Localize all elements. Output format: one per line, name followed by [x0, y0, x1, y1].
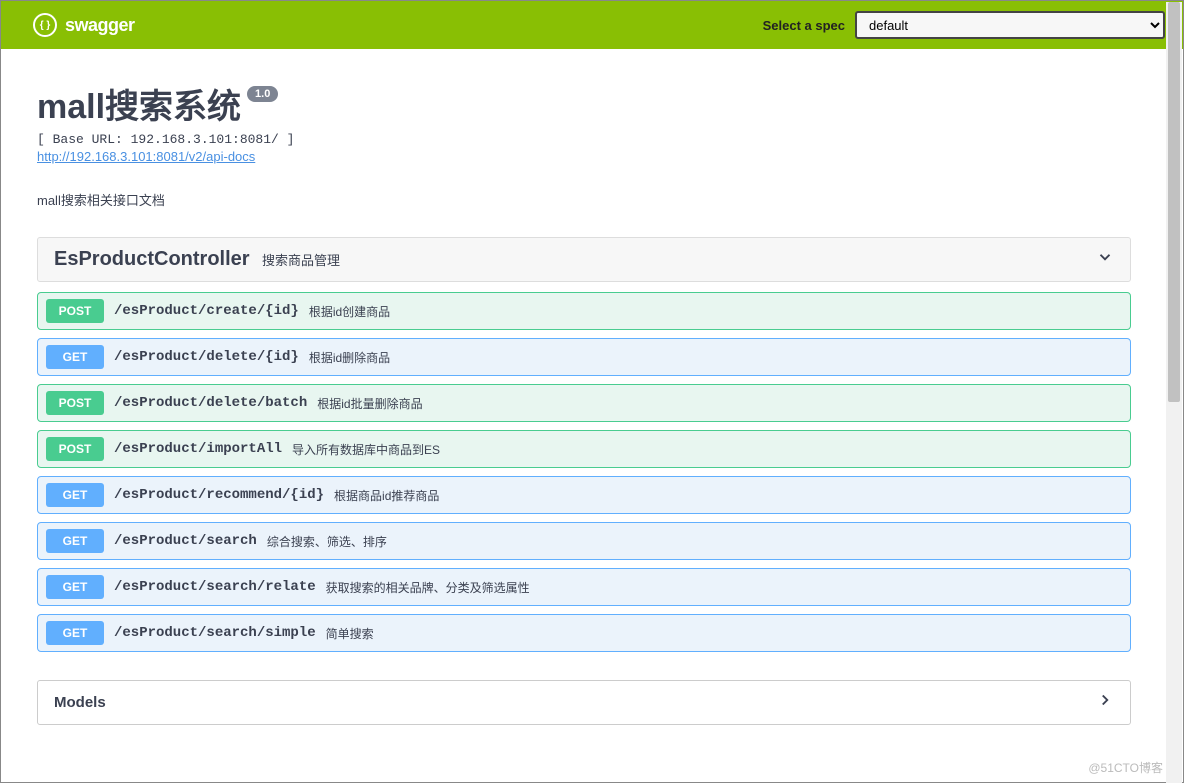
operation-summary: 综合搜索、筛选、排序 — [267, 533, 387, 550]
operation-path: /esProduct/delete/{id} — [114, 349, 299, 365]
operation-row[interactable]: GET/esProduct/search 综合搜索、筛选、排序 — [37, 522, 1131, 560]
operation-path: /esProduct/search/relate — [114, 579, 316, 595]
operations-list: POST/esProduct/create/{id} 根据id创建商品 GET/es… — [37, 292, 1131, 652]
method-badge: POST — [46, 437, 104, 461]
tag-title-group: EsProductController 搜索商品管理 — [54, 248, 340, 271]
operation-row[interactable]: POST/esProduct/delete/batch 根据id批量删除商品 — [37, 384, 1131, 422]
spec-selector: Select a spec default — [763, 11, 1165, 39]
page-title: mall搜索系统 — [37, 79, 241, 128]
scrollbar[interactable] — [1166, 2, 1182, 783]
spec-dropdown[interactable]: default — [855, 11, 1165, 39]
operation-path: /esProduct/importAll — [114, 441, 282, 457]
version-badge: 1.0 — [247, 86, 278, 102]
operation-path: /esProduct/search/simple — [114, 625, 316, 641]
method-badge: POST — [46, 299, 104, 323]
spec-label: Select a spec — [763, 18, 845, 33]
operation-summary: 根据商品id推荐商品 — [334, 487, 439, 504]
operation-summary: 根据id创建商品 — [309, 303, 390, 320]
operation-summary: 根据id批量删除商品 — [317, 395, 422, 412]
operation-row[interactable]: GET/esProduct/search/relate 获取搜索的相关品牌、分类及… — [37, 568, 1131, 606]
method-badge: GET — [46, 529, 104, 553]
brand-text: swagger — [65, 15, 135, 36]
operation-summary: 导入所有数据库中商品到ES — [292, 441, 440, 458]
method-badge: GET — [46, 621, 104, 645]
chevron-right-icon — [1096, 691, 1114, 714]
operation-path: /esProduct/create/{id} — [114, 303, 299, 319]
method-badge: GET — [46, 345, 104, 369]
content: mall搜索系统 1.0 [ Base URL: 192.168.3.101:8… — [1, 49, 1167, 725]
operation-path: /esProduct/recommend/{id} — [114, 487, 324, 503]
models-title: Models — [54, 694, 106, 711]
operation-row[interactable]: GET/esProduct/delete/{id} 根据id删除商品 — [37, 338, 1131, 376]
operation-path: /esProduct/search — [114, 533, 257, 549]
operation-summary: 简单搜索 — [326, 625, 374, 642]
operation-row[interactable]: GET/esProduct/recommend/{id} 根据商品id推荐商品 — [37, 476, 1131, 514]
api-docs-link[interactable]: http://192.168.3.101:8081/v2/api-docs — [37, 149, 255, 164]
operation-path: /esProduct/delete/batch — [114, 395, 307, 411]
operation-row[interactable]: POST/esProduct/importAll 导入所有数据库中商品到ES — [37, 430, 1131, 468]
tag-name: EsProductController — [54, 248, 250, 270]
watermark: @51CTO博客 — [1088, 759, 1163, 776]
chevron-down-icon — [1096, 248, 1114, 271]
tag-description: 搜索商品管理 — [262, 253, 340, 268]
method-badge: POST — [46, 391, 104, 415]
app-frame: { } swagger Select a spec default mall搜索… — [0, 0, 1184, 783]
base-url: [ Base URL: 192.168.3.101:8081/ ] — [37, 132, 1131, 147]
method-badge: GET — [46, 483, 104, 507]
tag-header[interactable]: EsProductController 搜索商品管理 — [37, 237, 1131, 282]
operation-summary: 获取搜索的相关品牌、分类及筛选属性 — [326, 579, 530, 596]
title-row: mall搜索系统 1.0 — [37, 79, 1131, 128]
method-badge: GET — [46, 575, 104, 599]
topbar: { } swagger Select a spec default — [1, 1, 1183, 49]
models-header[interactable]: Models — [37, 680, 1131, 725]
operation-summary: 根据id删除商品 — [309, 349, 390, 366]
operation-row[interactable]: GET/esProduct/search/simple 简单搜索 — [37, 614, 1131, 652]
brand[interactable]: { } swagger — [33, 13, 135, 37]
scrollbar-thumb[interactable] — [1168, 2, 1180, 402]
api-description: mall搜索相关接口文档 — [37, 190, 1131, 209]
operation-row[interactable]: POST/esProduct/create/{id} 根据id创建商品 — [37, 292, 1131, 330]
swagger-logo-icon: { } — [33, 13, 57, 37]
